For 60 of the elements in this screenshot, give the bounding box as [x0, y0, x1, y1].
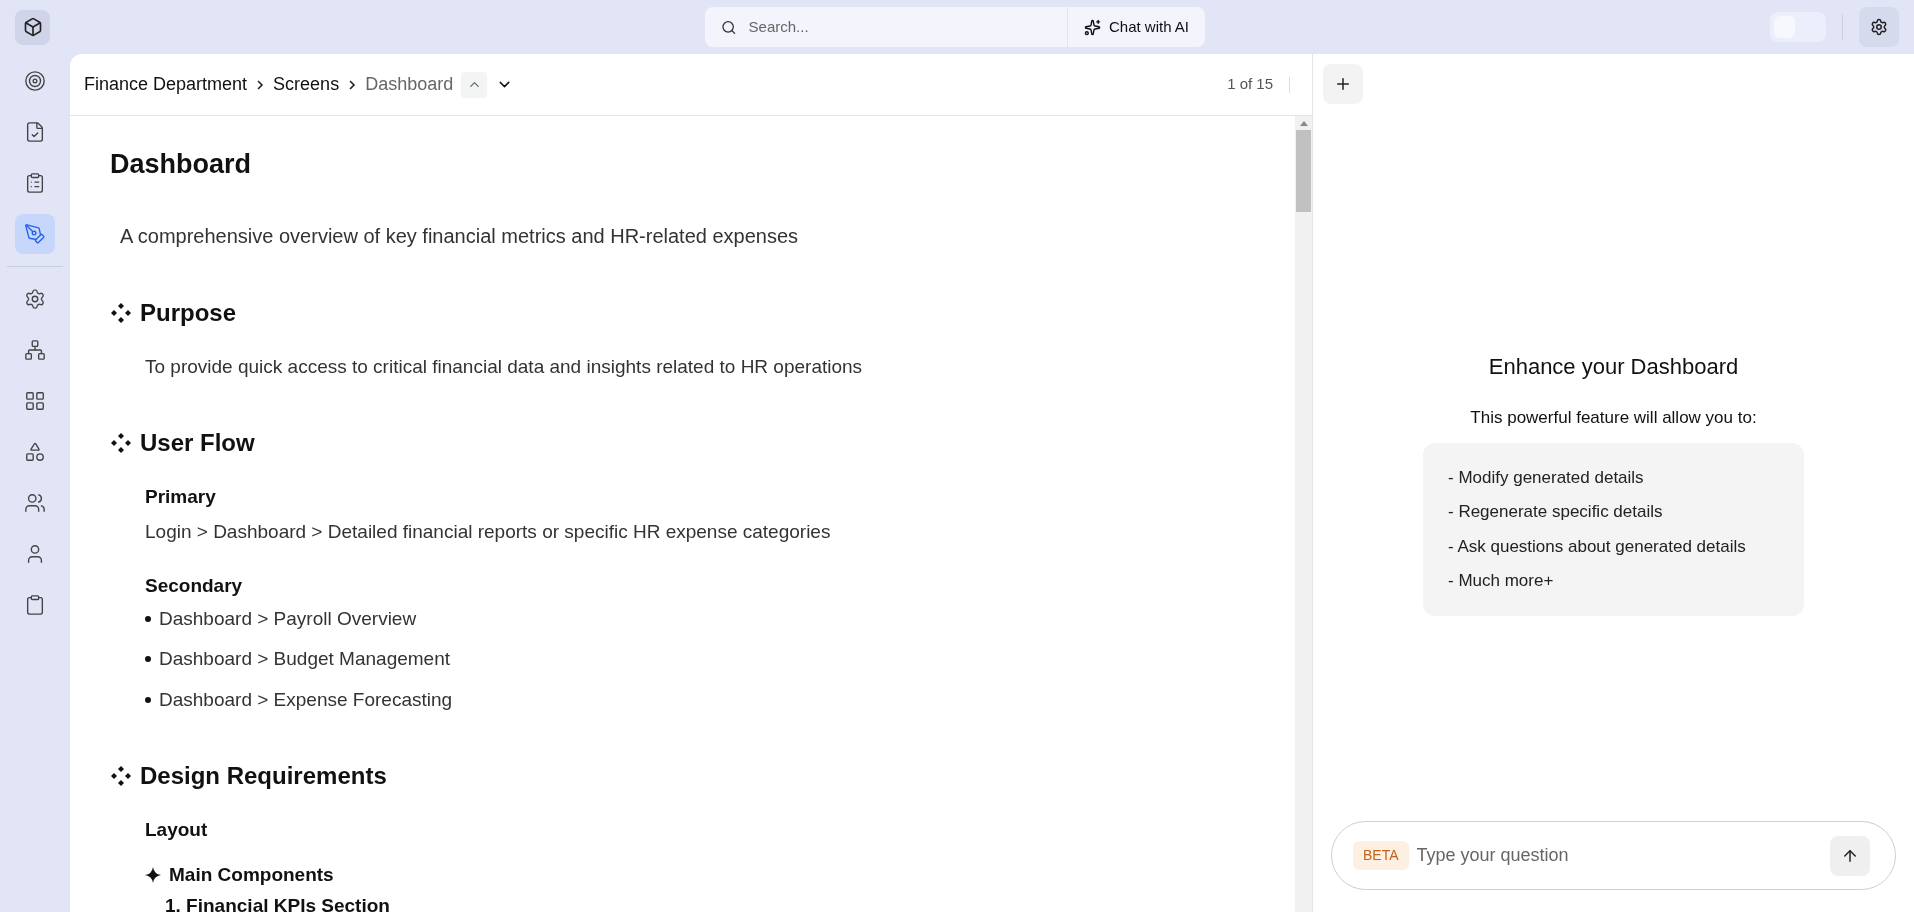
chevron-right-icon — [347, 78, 358, 91]
beta-badge: BETA — [1353, 841, 1409, 870]
settings-button[interactable] — [1859, 7, 1899, 47]
bullet-icon — [145, 615, 151, 622]
search-icon — [721, 18, 737, 36]
sidebar-button[interactable] — [15, 214, 55, 254]
target-icon — [24, 70, 46, 92]
section-heading: Purpose — [140, 297, 237, 328]
feature-item: - Modify generated details — [1448, 466, 1645, 489]
subheading: Primary — [145, 485, 217, 509]
sparkle-icon — [145, 866, 161, 883]
list-item-text: Dashboard > Expense Forecasting — [159, 687, 453, 712]
bullet-icon — [145, 696, 151, 703]
page-title: Dashboard — [110, 148, 253, 181]
feature-item: - Regenerate specific details — [1448, 501, 1664, 523]
document-icon — [24, 121, 46, 143]
network-icon — [24, 339, 46, 361]
shapes-icon — [24, 441, 46, 463]
diamond-bullet-icon — [110, 432, 132, 454]
body-text: To provide quick access to critical financial data and insights related to HR operations — [145, 354, 864, 379]
panel-subtitle: This powerful feature will allow you to: — [1470, 407, 1757, 429]
list-item-text: Dashboard > Budget Management — [159, 647, 450, 671]
feature-item: - Much more+ — [1448, 570, 1555, 592]
subheading: Layout — [145, 818, 209, 842]
body-text: Login > Dashboard > Detailed financial reports or specific HR expense categories — [145, 519, 832, 544]
clipboard-icon — [24, 594, 46, 616]
chevron-right-icon — [255, 78, 266, 91]
subheading: Secondary — [145, 574, 244, 598]
logo-icon[interactable] — [15, 9, 50, 45]
grid-icon — [24, 390, 46, 412]
page-description: A comprehensive overview of key financial metrics and HR-related expenses — [120, 223, 800, 249]
breadcrumb-link[interactable]: Finance Department — [84, 71, 248, 98]
diamond-bullet-icon — [110, 301, 132, 324]
sparkle-icon — [1083, 18, 1101, 36]
feature-item: - Ask questions about generated details — [1448, 535, 1747, 558]
bullet-icon — [145, 656, 151, 663]
panel-title: Enhance your Dashboard — [1488, 353, 1739, 381]
settings-icon — [24, 288, 46, 310]
section-heading: User Flow — [140, 428, 255, 458]
diamond-bullet-icon — [110, 765, 132, 787]
settings-icon — [1870, 18, 1888, 36]
scrollbar[interactable] — [1295, 116, 1312, 912]
chat-with-ai-button[interactable]: Chat with AI — [1066, 7, 1205, 47]
scroll-up-arrow-icon[interactable] — [1299, 121, 1308, 126]
breadcrumb-link[interactable]: Screens — [273, 71, 340, 98]
add-button[interactable] — [1323, 64, 1363, 104]
subheading: Main Components — [169, 862, 334, 887]
breadcrumb-link[interactable]: Dashboard — [365, 71, 454, 98]
search-field[interactable]: Search... — [748, 15, 1051, 39]
plus-icon — [1334, 75, 1352, 93]
page-counter: 1 of 15 — [1227, 74, 1273, 95]
section-heading: Design Requirements — [140, 761, 387, 791]
checklist-icon — [24, 172, 46, 194]
send-button[interactable] — [1830, 835, 1870, 876]
scrollbar-thumb[interactable] — [1296, 130, 1311, 212]
question-input[interactable]: Type your question — [1416, 842, 1822, 869]
subheading: 1. Financial KPIs Section — [165, 895, 391, 912]
list-item-text: Dashboard > Payroll Overview — [159, 606, 417, 631]
pen-icon — [24, 223, 46, 245]
search-bar[interactable]: Search... — [705, 7, 1067, 47]
